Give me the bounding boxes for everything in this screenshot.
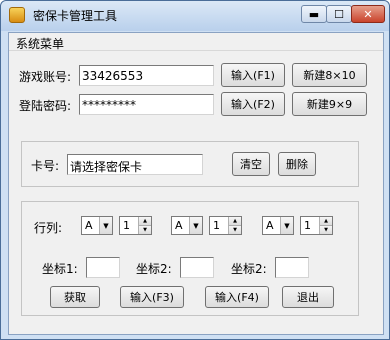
row-select-2[interactable]: A ▼ <box>171 216 203 235</box>
card-label: 卡号: <box>31 159 60 173</box>
col-spinner-1[interactable]: 1 ▲ ▼ <box>119 216 152 235</box>
row-col-label: 行列: <box>34 221 63 235</box>
coord-2-label: 坐标2: <box>136 262 172 276</box>
spin-up-icon[interactable]: ▲ <box>139 217 151 225</box>
coord-3-field[interactable] <box>275 257 309 278</box>
app-window: 密保卡管理工具 ▬ ☐ ✕ 系统菜单 游戏账号: 33426553 输入(F1)… <box>0 0 390 340</box>
row-select-1-value: A <box>85 219 93 232</box>
spin-down-icon[interactable]: ▼ <box>229 225 241 234</box>
coordinates-group: 行列: A ▼ 1 ▲ ▼ A ▼ 1 ▲ ▼ A ▼ 1 ▲ ▼ 坐标1: 坐… <box>21 201 359 316</box>
spin-up-icon[interactable]: ▲ <box>320 217 332 225</box>
window-title: 密保卡管理工具 <box>33 9 118 23</box>
client-area: 系统菜单 游戏账号: 33426553 输入(F1) 新建8×10 登陆密码: … <box>8 32 384 335</box>
login-password-field[interactable]: ********* <box>79 94 214 115</box>
game-account-field[interactable]: 33426553 <box>79 65 214 86</box>
input-f3-button[interactable]: 输入(F3) <box>120 286 184 308</box>
coord-3-label: 坐标2: <box>231 262 267 276</box>
input-f2-button[interactable]: 输入(F2) <box>221 92 285 116</box>
input-f4-button[interactable]: 输入(F4) <box>205 286 269 308</box>
row-select-3[interactable]: A ▼ <box>262 216 294 235</box>
coord-1-label: 坐标1: <box>42 262 78 276</box>
row-select-2-value: A <box>175 219 183 232</box>
coord-1-field[interactable] <box>86 257 120 278</box>
title-bar[interactable]: 密保卡管理工具 ▬ ☐ ✕ <box>1 1 389 31</box>
row-select-1[interactable]: A ▼ <box>81 216 113 235</box>
close-button[interactable]: ✕ <box>351 5 385 23</box>
col-spinner-2-value: 1 <box>213 219 220 232</box>
card-group: 卡号: 请选择密保卡 清空 删除 <box>21 141 359 187</box>
row-select-3-value: A <box>266 219 274 232</box>
new-9x9-button[interactable]: 新建9×9 <box>292 92 367 116</box>
spin-down-icon[interactable]: ▼ <box>320 225 332 234</box>
exit-button[interactable]: 退出 <box>282 286 334 308</box>
col-spinner-3[interactable]: 1 ▲ ▼ <box>300 216 333 235</box>
chevron-down-icon[interactable]: ▼ <box>99 217 112 234</box>
col-spinner-2[interactable]: 1 ▲ ▼ <box>209 216 242 235</box>
col-spinner-1-value: 1 <box>123 219 130 232</box>
chevron-down-icon[interactable]: ▼ <box>280 217 293 234</box>
coord-2-field[interactable] <box>180 257 214 278</box>
maximize-button[interactable]: ☐ <box>326 5 352 23</box>
spin-down-icon[interactable]: ▼ <box>139 225 151 234</box>
col-spinner-3-value: 1 <box>304 219 311 232</box>
clear-button[interactable]: 清空 <box>232 152 270 176</box>
chevron-down-icon[interactable]: ▼ <box>189 217 202 234</box>
minimize-button[interactable]: ▬ <box>301 5 327 23</box>
get-button[interactable]: 获取 <box>50 286 100 308</box>
game-account-label: 游戏账号: <box>19 70 72 84</box>
spin-up-icon[interactable]: ▲ <box>229 217 241 225</box>
app-icon <box>9 7 25 23</box>
card-field[interactable]: 请选择密保卡 <box>67 154 203 175</box>
delete-button[interactable]: 删除 <box>278 152 316 176</box>
login-password-label: 登陆密码: <box>19 99 72 113</box>
menu-bar: 系统菜单 <box>9 33 383 51</box>
input-f1-button[interactable]: 输入(F1) <box>221 63 285 87</box>
new-8x10-button[interactable]: 新建8×10 <box>292 63 367 87</box>
menu-system[interactable]: 系统菜单 <box>16 35 64 52</box>
